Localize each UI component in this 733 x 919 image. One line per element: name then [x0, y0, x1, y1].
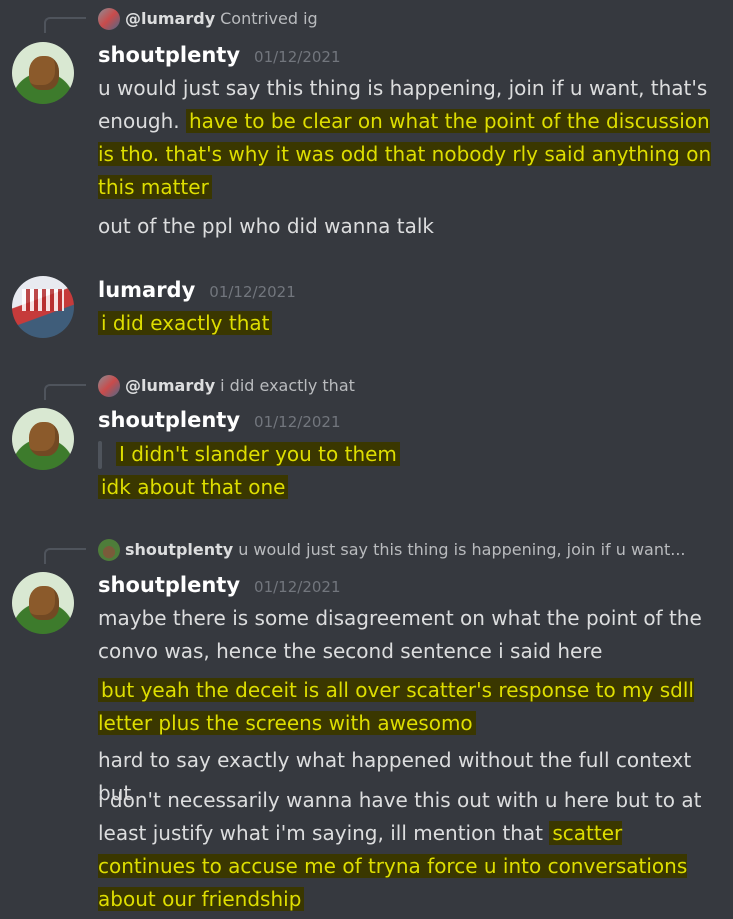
message-text: u would just say this thing is happening…: [98, 72, 723, 204]
username[interactable]: shoutplenty: [98, 43, 240, 67]
reply-avatar: [98, 8, 120, 30]
message-header: shoutplenty 01/12/2021: [98, 408, 341, 434]
reply-connector: [44, 548, 86, 564]
reply-preview[interactable]: @lumardy i did exactly that: [98, 375, 355, 397]
avatar[interactable]: [12, 276, 74, 338]
timestamp: 01/12/2021: [254, 48, 341, 66]
username[interactable]: lumardy: [98, 278, 195, 302]
reply-text: i did exactly that: [220, 376, 355, 395]
username[interactable]: shoutplenty: [98, 408, 240, 432]
blockquote-text: I didn't slander you to them: [116, 438, 716, 471]
username[interactable]: shoutplenty: [98, 573, 240, 597]
timestamp: 01/12/2021: [254, 578, 341, 596]
avatar[interactable]: [12, 572, 74, 634]
reply-username[interactable]: @lumardy: [125, 376, 215, 396]
message-highlight: idk about that one: [98, 475, 289, 499]
avatar[interactable]: [12, 408, 74, 470]
reply-connector: [44, 384, 86, 400]
blockquote-bar: [98, 441, 102, 469]
reply-connector: [44, 17, 86, 33]
message-highlight: have to be clear on what the point of th…: [98, 109, 712, 199]
message-header: shoutplenty 01/12/2021: [98, 43, 341, 69]
message-text: i did exactly that: [98, 307, 723, 340]
message-highlight: I didn't slander you to them: [116, 442, 400, 466]
message-header: lumardy 01/12/2021: [98, 278, 296, 304]
reply-preview[interactable]: @lumardy Contrived ig: [98, 8, 318, 30]
timestamp: 01/12/2021: [254, 413, 341, 431]
reply-username[interactable]: shoutplenty: [125, 540, 233, 560]
message-highlight: but yeah the deceit is all over scatter'…: [98, 678, 694, 735]
reply-username[interactable]: @lumardy: [125, 9, 215, 29]
message-highlight: i did exactly that: [98, 311, 273, 335]
reply-avatar: [98, 375, 120, 397]
message-text: but yeah the deceit is all over scatter'…: [98, 674, 723, 740]
message-text: idk about that one: [98, 471, 723, 504]
message-text: i don't necessarily wanna have this out …: [98, 784, 723, 916]
message-text: out of the ppl who did wanna talk: [98, 214, 434, 238]
message-header: shoutplenty 01/12/2021: [98, 573, 341, 599]
timestamp: 01/12/2021: [209, 283, 296, 301]
reply-text: u would just say this thing is happening…: [238, 540, 686, 559]
message-text: maybe there is some disagreement on what…: [98, 606, 702, 663]
reply-preview[interactable]: shoutplenty u would just say this thing …: [98, 539, 686, 561]
reply-text: Contrived ig: [220, 9, 318, 28]
reply-avatar: [98, 539, 120, 561]
avatar[interactable]: [12, 42, 74, 104]
